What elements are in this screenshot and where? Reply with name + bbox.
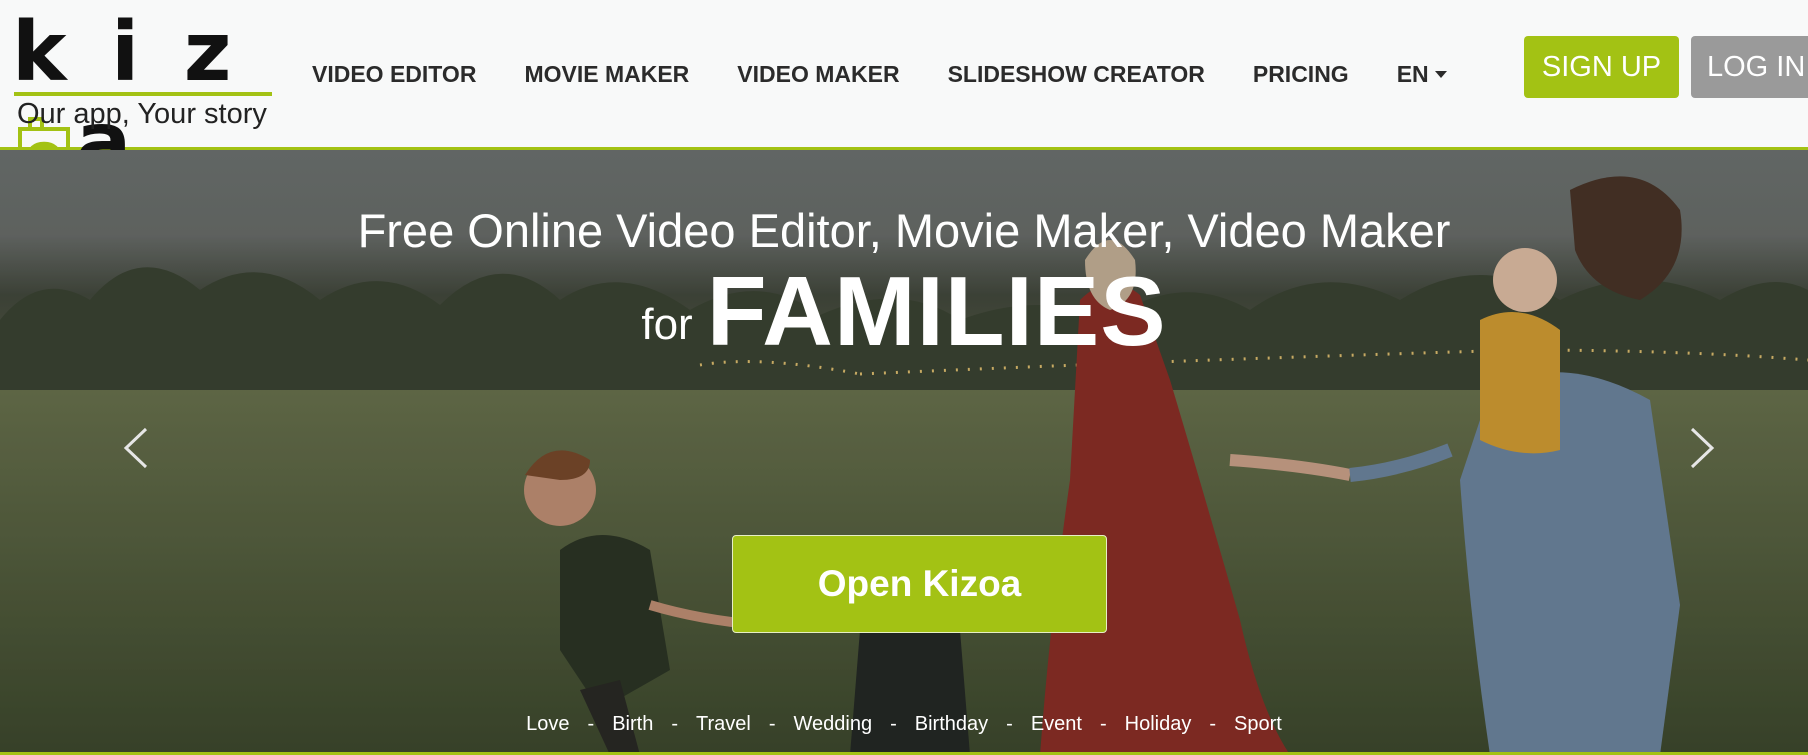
open-kizoa-button[interactable]: Open Kizoa — [732, 535, 1107, 633]
logo-tagline: Our app, Your story — [17, 98, 267, 130]
hero-for-text: for — [641, 300, 693, 349]
chevron-left-icon[interactable] — [120, 425, 150, 471]
category-links: Love - Birth - Travel - Wedding - Birthday - Event… — [0, 713, 1808, 736]
category-birthday[interactable]: Birthday — [915, 713, 988, 735]
category-separator: - — [671, 713, 679, 735]
category-wedding[interactable]: Wedding — [794, 713, 873, 735]
language-dropdown[interactable]: EN — [1397, 61, 1447, 88]
sign-up-button[interactable]: SIGN UP — [1524, 36, 1679, 98]
category-birth[interactable]: Birth — [612, 713, 653, 735]
category-separator: - — [587, 713, 595, 735]
hero-banner: Free Online Video Editor, Movie Maker, V… — [0, 150, 1808, 755]
category-separator: - — [1006, 713, 1013, 735]
nav-slideshow-creator[interactable]: SLIDESHOW CREATOR — [948, 61, 1205, 88]
category-travel[interactable]: Travel — [696, 713, 751, 735]
nav-video-maker[interactable]: VIDEO MAKER — [737, 61, 899, 88]
category-separator: - — [768, 713, 776, 735]
category-separator: - — [1209, 713, 1217, 735]
nav-video-editor[interactable]: VIDEO EDITOR — [312, 61, 476, 88]
category-sport[interactable]: Sport — [1234, 713, 1282, 735]
main-nav: VIDEO EDITOR MOVIE MAKER VIDEO MAKER SLI… — [312, 54, 1495, 94]
category-separator: - — [890, 713, 897, 735]
nav-pricing[interactable]: PRICING — [1253, 61, 1349, 88]
logo-underline — [14, 92, 272, 96]
site-header: k i zoa Our app, Your story VIDEO EDITOR… — [0, 0, 1808, 190]
category-event[interactable]: Event — [1031, 713, 1082, 735]
logo-wordmark: k i zoa — [12, 5, 240, 190]
category-separator: - — [1099, 713, 1107, 735]
category-holiday[interactable]: Holiday — [1125, 713, 1192, 735]
hero-title: Free Online Video Editor, Movie Maker, V… — [357, 204, 1451, 257]
caret-down-icon — [1434, 70, 1447, 78]
hero-subtitle: for FAMILIES — [0, 255, 1808, 368]
kizoa-logo[interactable]: k i zoa Our app, Your story — [12, 5, 302, 190]
chevron-right-icon[interactable] — [1688, 425, 1718, 471]
nav-movie-maker[interactable]: MOVIE MAKER — [524, 61, 689, 88]
category-love[interactable]: Love — [526, 713, 569, 735]
log-in-button[interactable]: LOG IN — [1691, 36, 1808, 98]
hero-highlight: FAMILIES — [706, 256, 1167, 366]
language-label: EN — [1396, 60, 1429, 87]
